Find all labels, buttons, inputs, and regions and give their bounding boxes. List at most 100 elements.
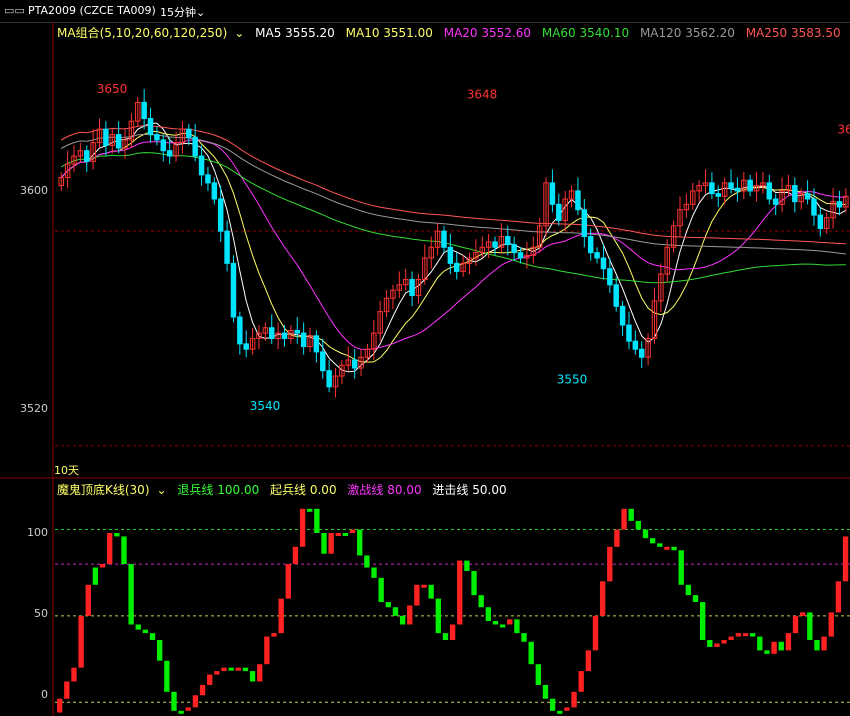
oscillator-bar <box>235 667 241 671</box>
oscillator-legend: 魔鬼顶底K线(30) ⌄ 退兵线 100.00 起兵线 0.00 激战线 80.0… <box>57 481 514 498</box>
candle <box>817 214 824 229</box>
ma5-line <box>60 122 847 373</box>
oscillator-bar <box>842 536 849 582</box>
oscillator-bar <box>249 671 256 682</box>
candle <box>115 134 122 149</box>
price-annotation: 3648 <box>467 87 498 101</box>
candle <box>734 187 741 192</box>
oscillator-bar <box>299 508 306 547</box>
oscillator-bar <box>71 667 77 682</box>
candle <box>205 174 211 184</box>
oscillator-bar <box>585 650 592 672</box>
oscillator-bar <box>435 598 441 634</box>
candle <box>243 343 249 350</box>
oscillator-bar <box>421 584 427 588</box>
candle <box>492 241 498 248</box>
oscillator-bar <box>557 710 563 714</box>
candle <box>230 262 237 318</box>
oscillator-bar <box>614 529 620 547</box>
ma60-line <box>60 152 846 284</box>
oscillator-bar <box>442 633 449 641</box>
oscillator-bar <box>407 605 413 625</box>
candle <box>198 155 205 176</box>
ma250-label: MA250 3583.50 <box>745 26 841 40</box>
oscillator-bar <box>507 619 513 625</box>
oscillator-bar <box>307 508 313 512</box>
oscillator-bar <box>57 698 63 713</box>
oscillator-bar <box>149 633 156 641</box>
candle <box>281 332 288 339</box>
oscillator-bar <box>321 532 327 554</box>
oscillator-bar <box>264 636 270 665</box>
oscillator-bar <box>349 529 356 533</box>
oscillator-bar <box>207 674 213 685</box>
candle <box>517 252 524 259</box>
retreat-line-label: 退兵线 100.00 <box>177 483 260 497</box>
candle <box>103 128 109 146</box>
oscillator-bar <box>478 595 484 608</box>
oscillator-bar <box>742 633 749 637</box>
oscillator-bar <box>642 529 649 539</box>
candle <box>715 193 722 197</box>
oscillator-bar <box>671 546 677 551</box>
oscillator-bar <box>257 664 263 682</box>
chart-canvas: 3650 3648 3540 3550 36 <box>0 22 850 716</box>
candle <box>766 182 773 200</box>
oscillator-bar <box>192 695 199 708</box>
oscillator-bar <box>771 641 777 654</box>
oscillator-bar <box>678 550 684 585</box>
oscillator-name[interactable]: 魔鬼顶底K线(30) ⌄ <box>57 483 167 497</box>
ma10-label: MA10 3551.00 <box>345 26 433 40</box>
oscillator-bar <box>357 529 363 556</box>
oscillator-bar <box>499 624 506 628</box>
candle <box>613 284 619 307</box>
candle <box>511 244 517 254</box>
candle <box>237 316 243 345</box>
candle <box>269 327 275 339</box>
oscillator-bar <box>542 684 549 699</box>
oscillator-bar <box>292 546 299 565</box>
oscillator-bar <box>278 598 284 634</box>
oscillator-bar <box>164 660 170 692</box>
oscillator-bar <box>285 564 291 599</box>
oscillator-bar <box>392 607 399 616</box>
candle <box>166 150 173 157</box>
oscillator-bar <box>171 691 177 711</box>
battle-line-label: 激战线 80.00 <box>347 483 422 497</box>
candle <box>836 201 843 208</box>
candle <box>224 230 230 264</box>
oscillator-bar <box>342 532 349 536</box>
ma-group-label[interactable]: MA组合(5,10,20,60,120,250) ⌄ <box>57 26 244 40</box>
oscillator-bar <box>757 636 763 651</box>
oscillator-bar <box>457 560 463 625</box>
candle <box>804 193 811 200</box>
oscillator-bar <box>514 619 520 634</box>
attack-line-label: 进击线 50.00 <box>432 483 507 497</box>
price-annotation: 3540 <box>250 399 281 413</box>
oscillator-bar <box>242 667 249 672</box>
oscillator-bar <box>64 681 70 699</box>
candle <box>587 236 594 254</box>
oscillator-bar <box>592 615 599 651</box>
candle <box>84 150 90 162</box>
oscillator-bar <box>492 621 499 625</box>
oscillator-bar <box>685 584 692 596</box>
oscillator-bar <box>764 650 770 654</box>
oscillator-bar <box>221 667 227 672</box>
oscillator-bar <box>664 546 670 550</box>
y-tick-3600: 3600 <box>20 184 48 197</box>
ma120-line <box>60 133 846 255</box>
oscillator-bar <box>528 641 534 665</box>
ma120-label: MA120 3562.20 <box>639 26 735 40</box>
oscillator-bar <box>799 612 806 616</box>
candle <box>811 198 817 216</box>
osc-tick-0: 0 <box>41 688 48 701</box>
y-tick-3520: 3520 <box>20 402 48 415</box>
oscillator-bar <box>549 698 556 711</box>
oscillator-bar <box>399 615 406 625</box>
oscillator-bar <box>657 543 663 547</box>
oscillator-bar <box>778 641 784 651</box>
candle <box>638 348 645 358</box>
oscillator-bar <box>792 615 799 634</box>
oscillator-bar <box>99 564 106 568</box>
